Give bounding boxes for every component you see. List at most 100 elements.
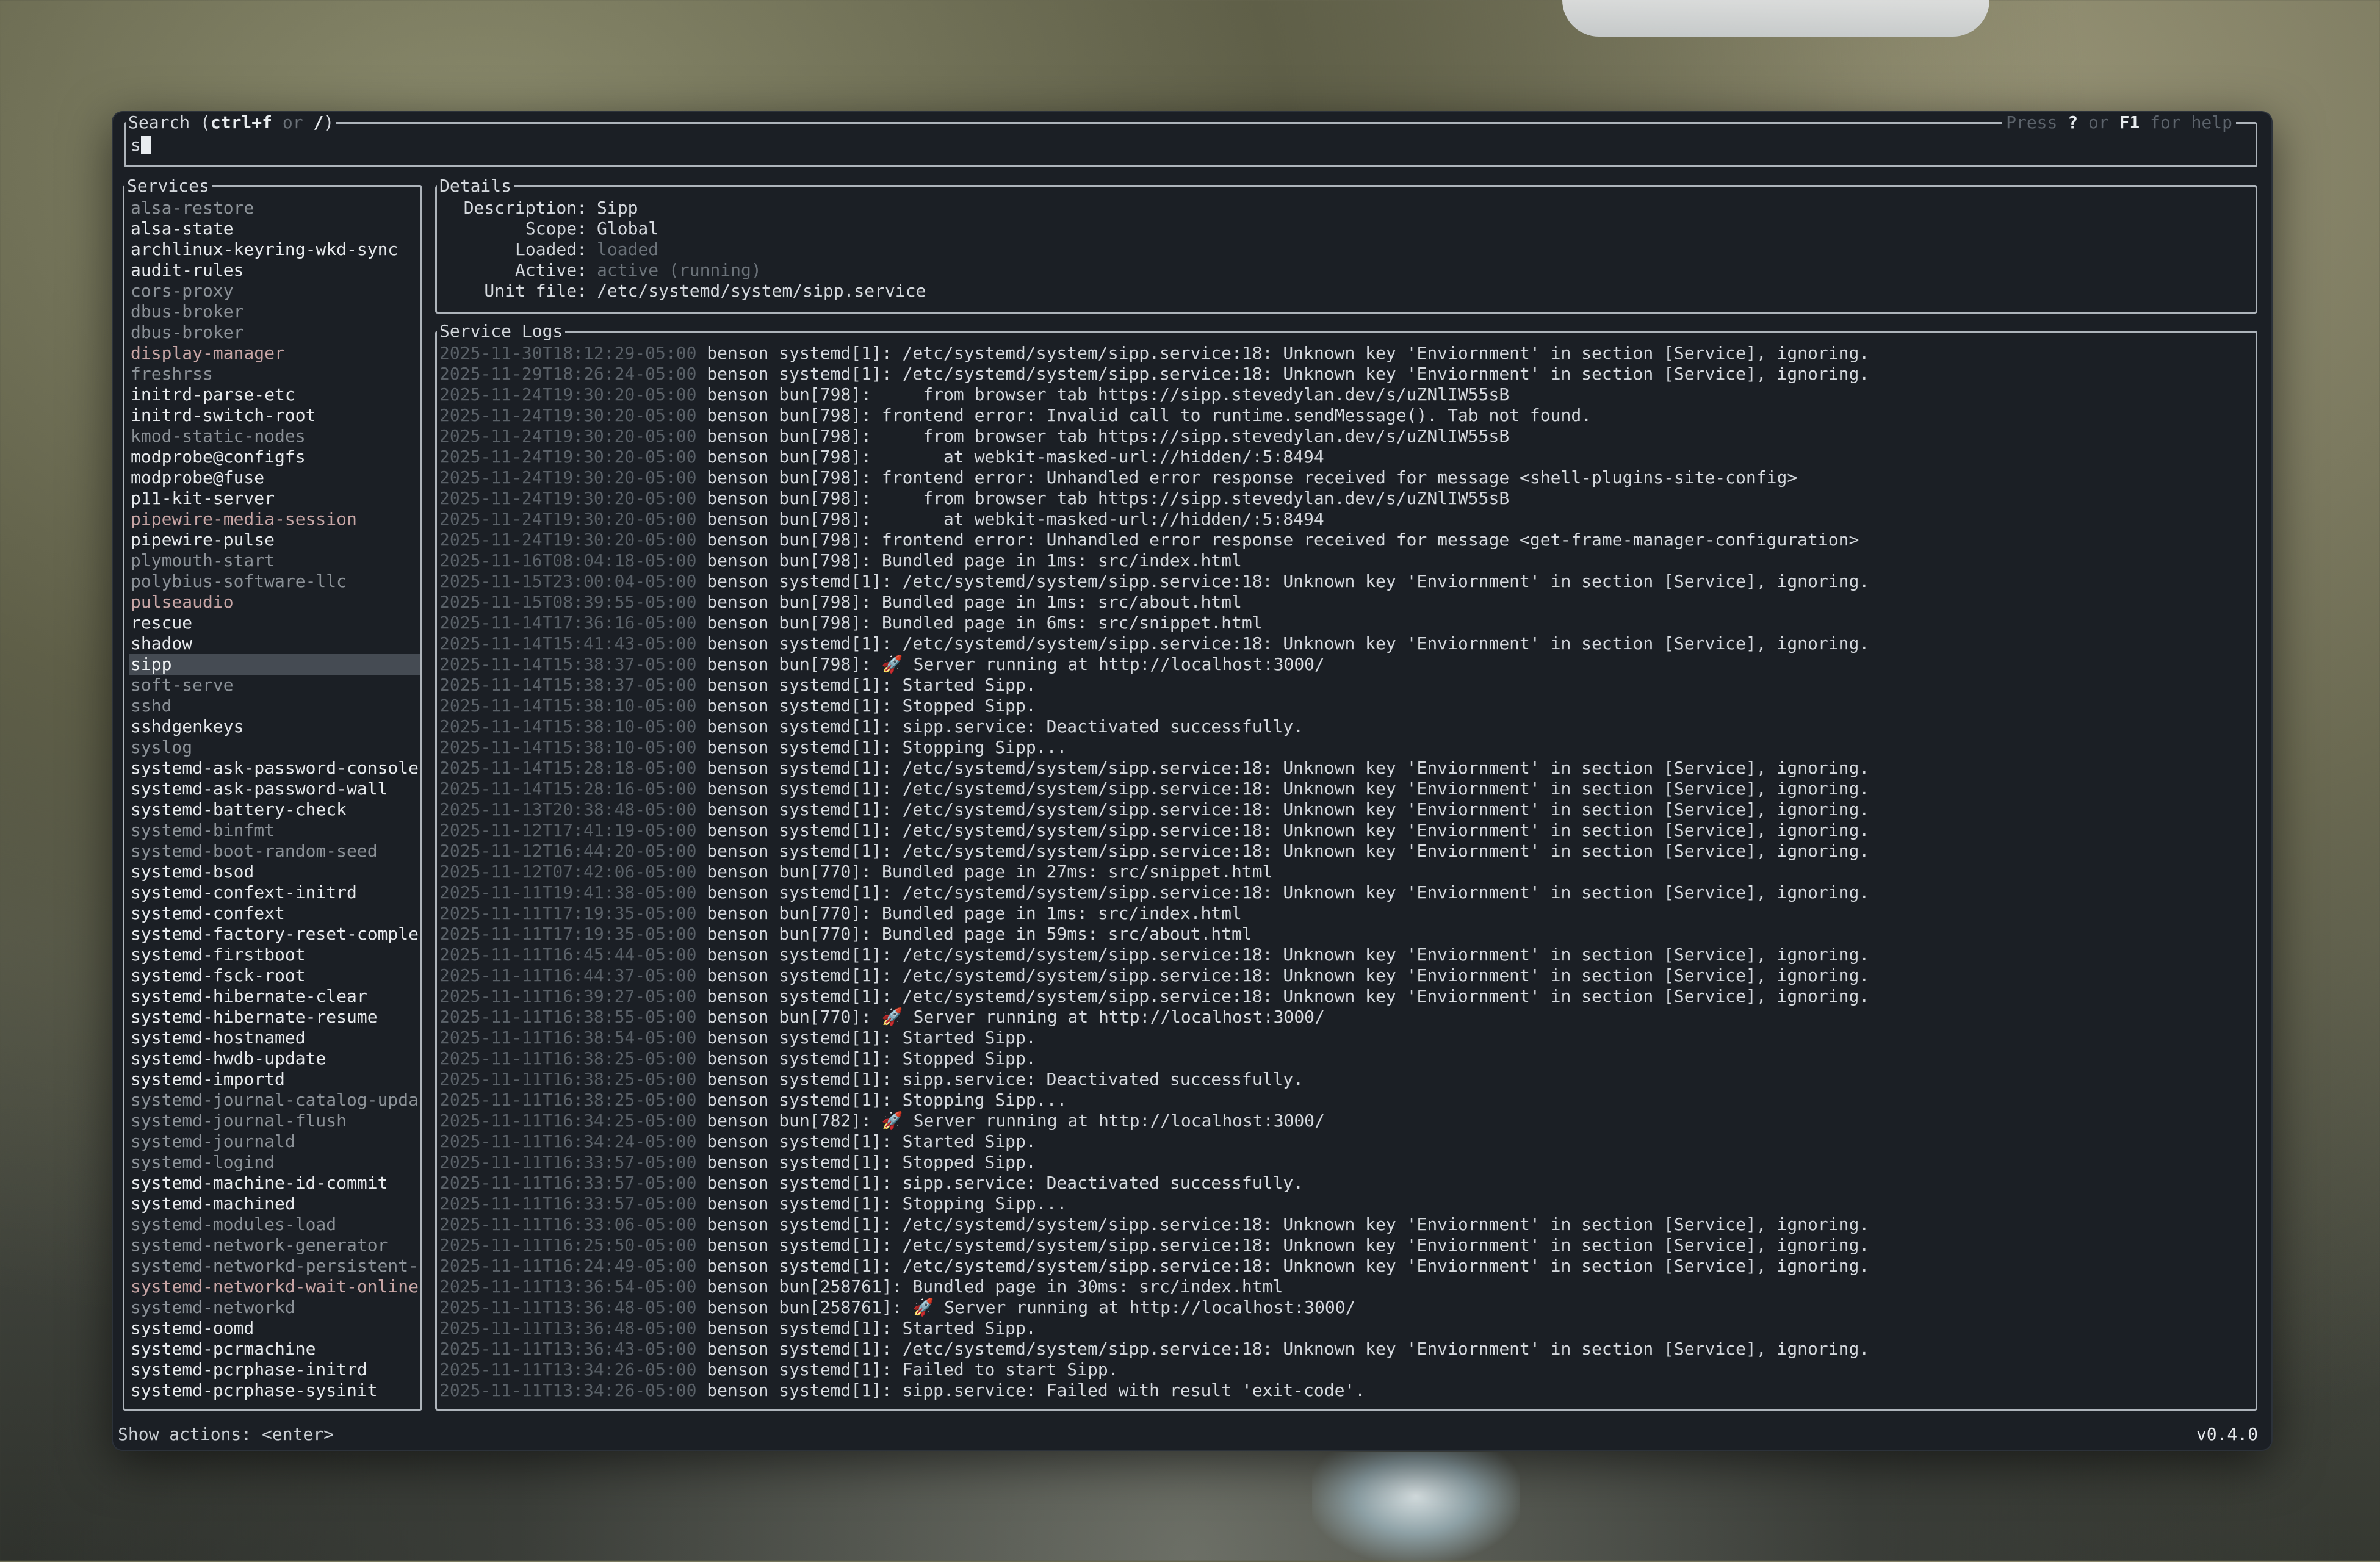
log-line: 2025-11-14T15:41:43-05:00 benson systemd… — [439, 633, 1869, 654]
search-title: Search (ctrl+f or /) — [126, 112, 337, 133]
service-item[interactable]: audit-rules — [129, 260, 420, 281]
log-line: 2025-11-14T17:36:16-05:00 benson bun[798… — [439, 613, 1869, 633]
service-item[interactable]: soft-serve — [129, 675, 420, 696]
log-line: 2025-11-11T13:36:48-05:00 benson bun[258… — [439, 1297, 1869, 1318]
service-item[interactable]: pipewire-media-session — [129, 509, 420, 530]
service-item[interactable]: systemd-logind — [129, 1152, 420, 1173]
service-item[interactable]: sshdgenkeys — [129, 716, 420, 737]
service-item[interactable]: systemd-ask-password-wall — [129, 779, 420, 799]
service-item[interactable]: dbus-broker — [129, 301, 420, 322]
log-line: 2025-11-14T15:38:10-05:00 benson systemd… — [439, 696, 1869, 716]
log-message: benson systemd[1]: /etc/systemd/system/s… — [707, 1256, 1870, 1276]
search-input[interactable]: s — [131, 135, 151, 156]
service-item[interactable]: pipewire-pulse — [129, 530, 420, 550]
log-list[interactable]: 2025-11-30T18:12:29-05:00 benson systemd… — [439, 343, 1869, 1401]
log-timestamp: 2025-11-14T15:38:37-05:00 — [439, 675, 697, 695]
service-item[interactable]: rescue — [129, 613, 420, 633]
service-item[interactable]: systemd-networkd — [129, 1297, 420, 1318]
log-line: 2025-11-24T19:30:20-05:00 benson bun[798… — [439, 405, 1869, 426]
logs-panel[interactable]: Service Logs 2025-11-30T18:12:29-05:00 b… — [435, 321, 2257, 1411]
service-item[interactable]: systemd-hwdb-update — [129, 1048, 420, 1069]
service-item[interactable]: systemd-modules-load — [129, 1214, 420, 1235]
log-line: 2025-11-15T08:39:55-05:00 benson bun[798… — [439, 592, 1869, 613]
service-item[interactable]: systemd-hibernate-clear — [129, 986, 420, 1007]
service-item[interactable]: systemd-ask-password-console — [129, 758, 420, 779]
log-message: benson bun[782]: 🚀 Server running at htt… — [707, 1110, 1325, 1131]
log-line: 2025-11-29T18:26:24-05:00 benson systemd… — [439, 364, 1869, 384]
service-item[interactable]: modprobe@configfs — [129, 447, 420, 467]
log-timestamp: 2025-11-11T13:34:26-05:00 — [439, 1380, 697, 1400]
service-item[interactable]: systemd-boot-random-seed — [129, 841, 420, 862]
service-item[interactable]: sshd — [129, 696, 420, 716]
service-item[interactable]: dbus-broker — [129, 322, 420, 343]
service-item[interactable]: systemd-networkd-persistent- — [129, 1256, 420, 1276]
service-item[interactable]: systemd-importd — [129, 1069, 420, 1090]
log-line: 2025-11-16T08:04:18-05:00 benson bun[798… — [439, 550, 1869, 571]
details-panel: Details Description: Sipp Scope: Global Load… — [435, 176, 2257, 314]
log-message: benson systemd[1]: Stopping Sipp... — [707, 1193, 1067, 1214]
services-panel: Services alsa-restore alsa-state archlinux… — [123, 176, 422, 1411]
log-timestamp: 2025-11-11T16:44:37-05:00 — [439, 965, 697, 985]
service-item[interactable]: sipp — [129, 654, 420, 675]
service-item[interactable]: systemd-confext-initrd — [129, 882, 420, 903]
log-line: 2025-11-15T23:00:04-05:00 benson systemd… — [439, 571, 1869, 592]
service-item[interactable]: systemd-oomd — [129, 1318, 420, 1339]
service-item[interactable]: initrd-switch-root — [129, 405, 420, 426]
log-timestamp: 2025-11-11T19:41:38-05:00 — [439, 882, 697, 902]
service-item[interactable]: kmod-static-nodes — [129, 426, 420, 447]
shortcut-slash: / — [313, 112, 324, 132]
log-message: benson systemd[1]: Stopping Sipp... — [707, 1090, 1067, 1110]
log-timestamp: 2025-11-11T16:39:27-05:00 — [439, 986, 697, 1006]
log-line: 2025-11-11T16:44:37-05:00 benson systemd… — [439, 965, 1869, 986]
service-item[interactable]: cors-proxy — [129, 281, 420, 301]
service-item[interactable]: display-manager — [129, 343, 420, 364]
service-item[interactable]: systemd-journald — [129, 1131, 420, 1152]
service-item[interactable]: shadow — [129, 633, 420, 654]
detail-value: loaded — [597, 239, 659, 259]
log-timestamp: 2025-11-24T19:30:20-05:00 — [439, 467, 697, 488]
service-item[interactable]: archlinux-keyring-wkd-sync — [129, 239, 420, 260]
service-item[interactable]: systemd-hostnamed — [129, 1028, 420, 1048]
service-item[interactable]: systemd-journal-flush — [129, 1110, 420, 1131]
service-item[interactable]: systemd-firstboot — [129, 945, 420, 965]
service-item[interactable]: initrd-parse-etc — [129, 384, 420, 405]
service-item[interactable]: systemd-factory-reset-comple — [129, 924, 420, 945]
service-item[interactable]: systemd-machined — [129, 1193, 420, 1214]
service-item[interactable]: systemd-bsod — [129, 862, 420, 882]
detail-value: /etc/systemd/system/sipp.service — [597, 281, 926, 301]
service-item[interactable]: systemd-hibernate-resume — [129, 1007, 420, 1028]
service-item[interactable]: systemd-network-generator — [129, 1235, 420, 1256]
service-item[interactable]: polybius-software-llc — [129, 571, 420, 592]
log-line: 2025-11-11T16:39:27-05:00 benson systemd… — [439, 986, 1869, 1007]
service-item[interactable]: systemd-pcrmachine — [129, 1339, 420, 1359]
service-item[interactable]: modprobe@fuse — [129, 467, 420, 488]
service-item[interactable]: systemd-pcrphase-sysinit — [129, 1380, 420, 1401]
service-item[interactable]: alsa-state — [129, 218, 420, 239]
service-item[interactable]: alsa-restore — [129, 198, 420, 218]
service-item[interactable]: p11-kit-server — [129, 488, 420, 509]
log-message: benson systemd[1]: sipp.service: Deactiv… — [707, 716, 1304, 736]
log-message: benson systemd[1]: sipp.service: Deactiv… — [707, 1069, 1304, 1089]
service-item[interactable]: systemd-journal-catalog-upda — [129, 1090, 420, 1110]
log-line: 2025-11-24T19:30:20-05:00 benson bun[798… — [439, 447, 1869, 467]
service-item[interactable]: systemd-pcrphase-initrd — [129, 1359, 420, 1380]
service-item[interactable]: systemd-networkd-wait-online — [129, 1276, 420, 1297]
search-panel[interactable]: Search (ctrl+f or /) Press ? or F1 for h… — [124, 112, 2257, 167]
services-list[interactable]: alsa-restore alsa-state archlinux-keyring-… — [129, 198, 420, 1401]
log-line: 2025-11-11T16:34:24-05:00 benson systemd… — [439, 1131, 1869, 1152]
log-timestamp: 2025-11-14T15:28:16-05:00 — [439, 779, 697, 799]
service-item[interactable]: systemd-battery-check — [129, 799, 420, 820]
log-line: 2025-11-11T17:19:35-05:00 benson bun[770… — [439, 924, 1869, 945]
log-message: benson bun[798]: frontend error: Unhandl… — [707, 467, 1798, 488]
service-item[interactable]: freshrss — [129, 364, 420, 384]
service-item[interactable]: systemd-binfmt — [129, 820, 420, 841]
service-item[interactable]: plymouth-start — [129, 550, 420, 571]
service-item[interactable]: systemd-fsck-root — [129, 965, 420, 986]
log-timestamp: 2025-11-11T13:36:43-05:00 — [439, 1339, 697, 1359]
log-line: 2025-11-13T20:38:48-05:00 benson systemd… — [439, 799, 1869, 820]
service-item[interactable]: pulseaudio — [129, 592, 420, 613]
service-item[interactable]: syslog — [129, 737, 420, 758]
service-item[interactable]: systemd-machine-id-commit — [129, 1173, 420, 1193]
log-message: benson bun[798]: 🚀 Server running at htt… — [707, 654, 1325, 674]
service-item[interactable]: systemd-confext — [129, 903, 420, 924]
